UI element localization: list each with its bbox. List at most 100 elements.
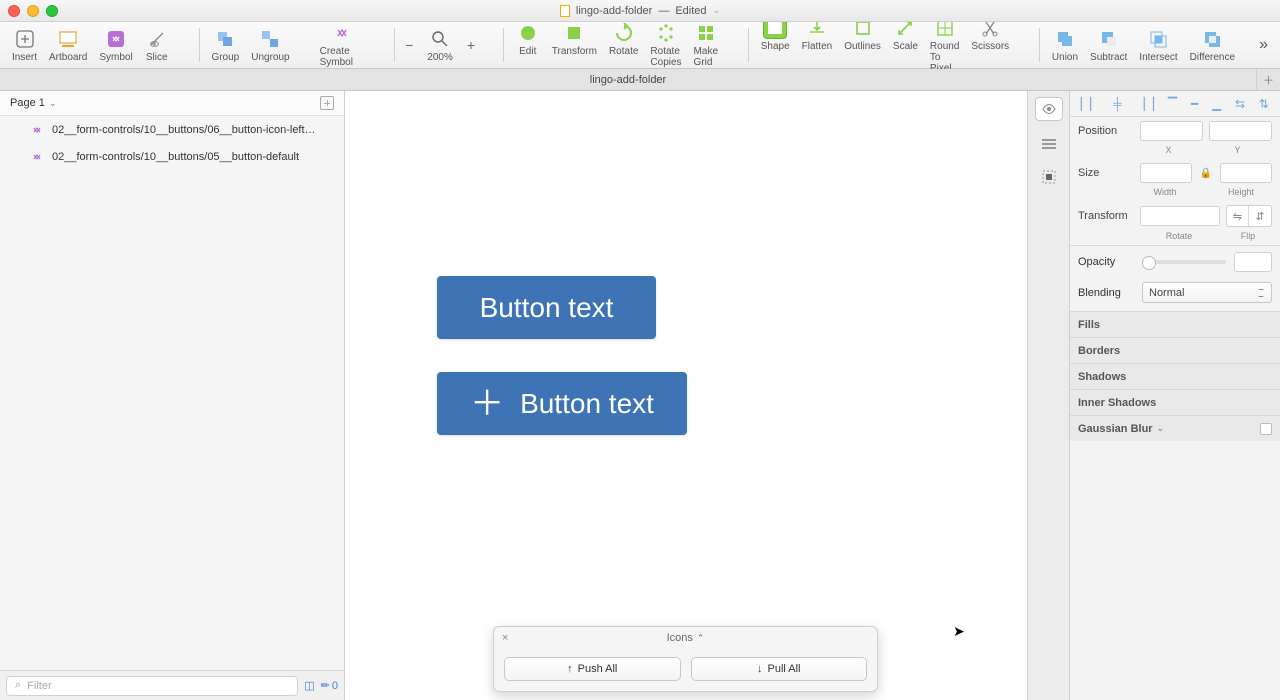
transform-button[interactable]: Transform: [546, 20, 603, 59]
document-filename: lingo-add-folder: [576, 5, 652, 17]
shadows-section[interactable]: Shadows: [1070, 363, 1280, 389]
zoom-window[interactable]: [46, 5, 58, 17]
align-center-h-icon[interactable]: ╪: [1113, 97, 1122, 111]
layer-row[interactable]: 02__form-controls/10__buttons/06__button…: [0, 116, 344, 143]
position-y-field[interactable]: [1209, 121, 1272, 141]
chevron-icon: ⌄: [1157, 423, 1165, 434]
zoom-display[interactable]: 200%: [421, 26, 459, 65]
opacity-label: Opacity: [1078, 256, 1134, 268]
ungroup-button[interactable]: Ungroup: [245, 26, 295, 65]
subtract-icon: [1097, 28, 1121, 50]
position-label: Position: [1078, 125, 1134, 137]
rotate-icon: [612, 22, 636, 44]
rotate-copies-button[interactable]: Rotate Copies: [644, 20, 687, 70]
footer-slice-count[interactable]: ✏︎0: [321, 679, 338, 692]
transform-label: Transform: [1078, 210, 1134, 222]
plus-icon: ＋: [470, 387, 504, 421]
artboard-button[interactable]: Artboard: [43, 26, 93, 65]
subtract-button[interactable]: Subtract: [1084, 26, 1133, 65]
distribute-v-icon[interactable]: ⇅: [1259, 97, 1269, 111]
x-sublabel: X: [1134, 145, 1203, 155]
layer-row[interactable]: 02__form-controls/10__buttons/05__button…: [0, 143, 344, 170]
transform-icon: [562, 22, 586, 44]
create-symbol-icon: [330, 22, 354, 44]
slice-button[interactable]: Slice: [139, 26, 175, 65]
canvas[interactable]: Button text ＋ Button text ➤ × Icons⌃ ↑Pu…: [345, 91, 1028, 700]
align-right-icon[interactable]: ▕▕: [1136, 97, 1154, 111]
close-window[interactable]: [8, 5, 20, 17]
canvas-button-icon-left[interactable]: ＋ Button text: [437, 372, 687, 435]
icons-panel-header[interactable]: × Icons⌃: [494, 627, 877, 649]
main-toolbar: Insert Artboard Symbol Slice Group Ungro…: [0, 22, 1280, 69]
push-all-button[interactable]: ↑Push All: [504, 657, 681, 681]
pages-header[interactable]: Page 1 ⌄: [0, 91, 344, 116]
union-icon: [1053, 28, 1077, 50]
gaussian-blur-section[interactable]: Gaussian Blur⌄: [1070, 415, 1280, 441]
difference-button[interactable]: Difference: [1184, 26, 1241, 65]
union-button[interactable]: Union: [1046, 26, 1084, 65]
zoom-in-button[interactable]: +: [463, 37, 479, 53]
minimize-window[interactable]: [27, 5, 39, 17]
close-icon[interactable]: ×: [502, 632, 508, 644]
magnifier-icon: [428, 28, 452, 50]
flip-horizontal-button[interactable]: ⇋: [1227, 206, 1249, 226]
flip-vertical-button[interactable]: ⇵: [1249, 206, 1271, 226]
button-label: Button text: [480, 292, 614, 324]
intersect-button[interactable]: Intersect: [1133, 26, 1183, 65]
position-x-field[interactable]: [1140, 121, 1203, 141]
inspector-mode-style[interactable]: [1035, 97, 1063, 121]
pull-all-button[interactable]: ↓Pull All: [691, 657, 868, 681]
make-grid-button[interactable]: Make Grid: [688, 20, 724, 70]
lock-icon[interactable]: 🔒: [1198, 168, 1214, 179]
button-label: Button text: [520, 388, 654, 420]
footer-collapse-button[interactable]: ◫: [304, 679, 314, 692]
document-tab[interactable]: lingo-add-folder: [0, 74, 1256, 86]
fills-section[interactable]: Fills: [1070, 311, 1280, 337]
filter-input[interactable]: ⌕ Filter: [6, 676, 298, 696]
difference-icon: [1200, 28, 1224, 50]
align-bottom-icon[interactable]: ▁: [1212, 97, 1221, 111]
round-to-pixel-button[interactable]: Round To Pixel: [924, 15, 965, 76]
borders-section[interactable]: Borders: [1070, 337, 1280, 363]
align-top-icon[interactable]: ▔: [1168, 97, 1177, 111]
document-icon: [560, 5, 570, 17]
inspector-panel: ▏▏ ╪ ▕▕ ▔ ━ ▁ ⇆ ⇅ Position XY Size 🔒 Wid…: [1070, 91, 1280, 700]
inspector-mode-prototype[interactable]: [1035, 131, 1063, 155]
canvas-button-default[interactable]: Button text: [437, 276, 656, 339]
inner-shadows-section[interactable]: Inner Shadows: [1070, 389, 1280, 415]
inspector-mode-selection[interactable]: [1035, 165, 1063, 189]
create-symbol-button[interactable]: Create Symbol: [314, 20, 371, 70]
artboard-grid-icon[interactable]: [320, 96, 334, 110]
edit-icon: [516, 22, 540, 44]
rotate-button[interactable]: Rotate: [603, 20, 644, 59]
group-button[interactable]: Group: [205, 26, 245, 65]
blending-select[interactable]: Normal: [1142, 282, 1272, 303]
zoom-out-button[interactable]: −: [401, 37, 417, 53]
width-sublabel: Width: [1134, 187, 1196, 197]
document-status: Edited: [675, 5, 706, 17]
title-menu-caret[interactable]: ⌄: [713, 5, 721, 16]
opacity-field[interactable]: [1234, 252, 1272, 272]
insert-button[interactable]: Insert: [6, 26, 43, 65]
alignment-controls: ▏▏ ╪ ▕▕ ▔ ━ ▁ ⇆ ⇅: [1070, 91, 1280, 117]
filter-placeholder: Filter: [27, 680, 51, 692]
size-label: Size: [1078, 167, 1134, 179]
edit-button[interactable]: Edit: [510, 20, 546, 59]
align-left-icon[interactable]: ▏▏: [1081, 97, 1099, 111]
icons-plugin-panel[interactable]: × Icons⌃ ↑Push All ↓Pull All: [493, 626, 878, 692]
layer-name: 02__form-controls/10__buttons/05__button…: [52, 151, 299, 163]
cursor-icon: ➤: [953, 623, 965, 640]
gaussian-blur-checkbox[interactable]: [1260, 423, 1272, 435]
align-center-v-icon[interactable]: ━: [1191, 97, 1198, 111]
toolbar-overflow[interactable]: »: [1259, 36, 1274, 54]
group-icon: [213, 28, 237, 50]
height-field[interactable]: [1220, 163, 1272, 183]
add-tab-button[interactable]: ＋: [1256, 69, 1280, 90]
width-field[interactable]: [1140, 163, 1192, 183]
inspector-mode-well: [1028, 91, 1070, 700]
rotate-field[interactable]: [1140, 206, 1220, 226]
y-sublabel: Y: [1203, 145, 1272, 155]
distribute-h-icon[interactable]: ⇆: [1235, 97, 1245, 111]
symbol-button[interactable]: Symbol: [93, 26, 138, 65]
opacity-slider[interactable]: [1142, 260, 1226, 264]
